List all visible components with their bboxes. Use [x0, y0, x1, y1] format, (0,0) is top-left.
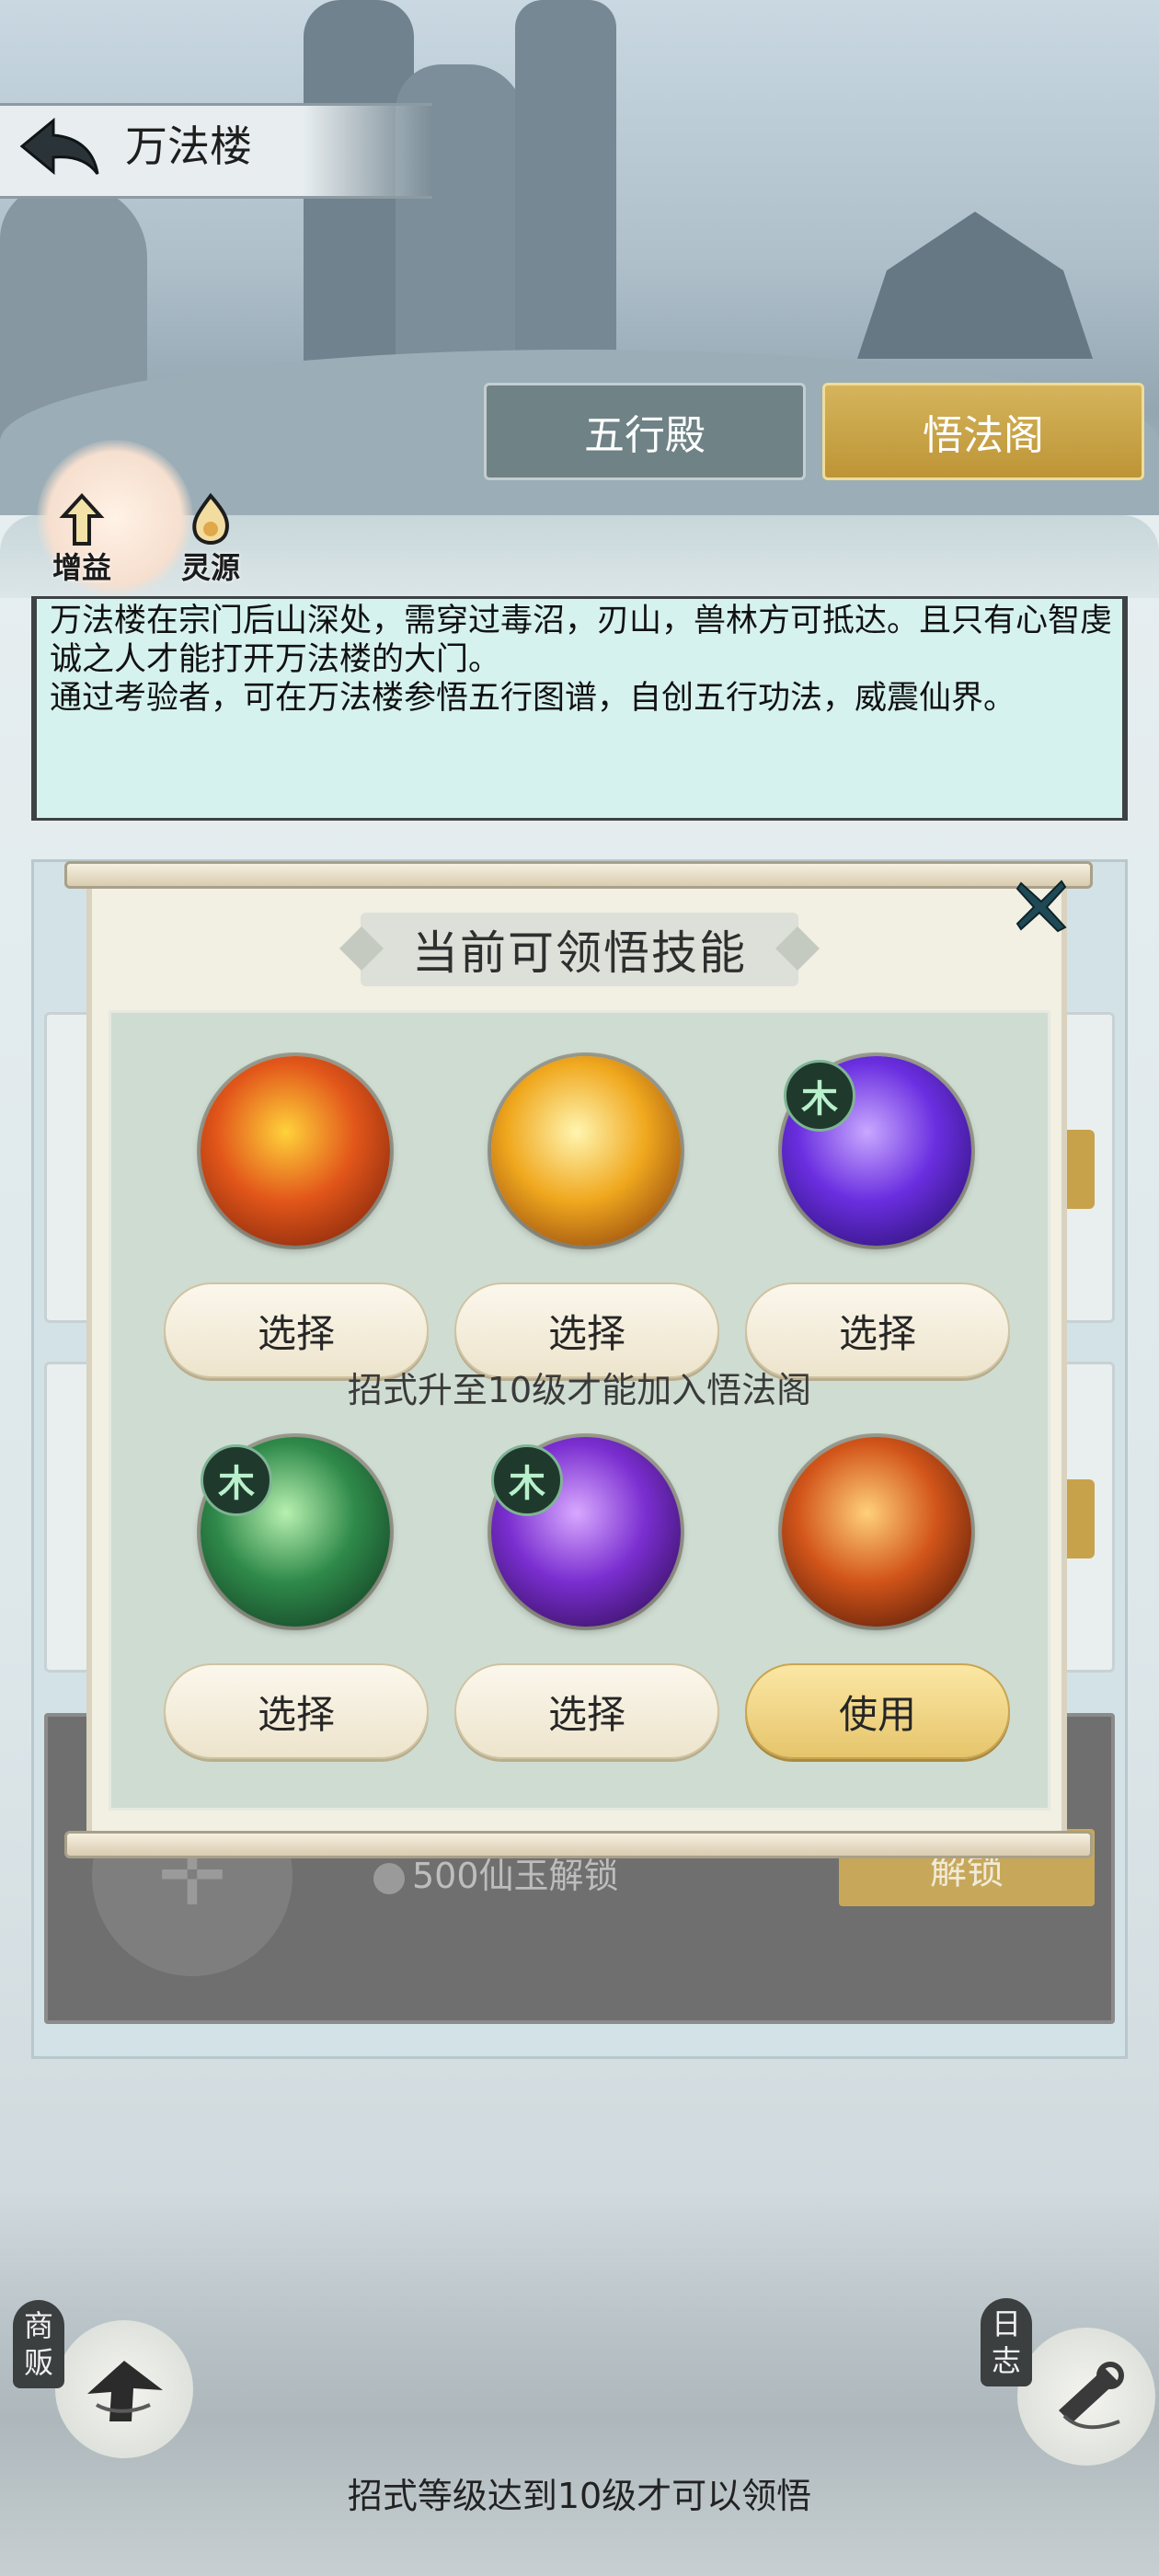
- journal-label: 日志: [981, 2298, 1032, 2386]
- golden-burst-skill-icon[interactable]: [491, 1056, 681, 1246]
- modal-title-plate: 当前可领悟技能: [361, 913, 798, 986]
- underlay-gold-tab: [1067, 1130, 1095, 1209]
- arrow-up-icon: [50, 491, 114, 548]
- wood-element-badge: 木: [491, 1444, 563, 1516]
- spirit-source-button[interactable]: 灵源: [169, 491, 252, 587]
- page-title: 万法楼: [125, 121, 252, 171]
- modal-hint: 招式升至10级才能加入悟法阁: [347, 1370, 812, 1410]
- description-line-1: 万法楼在宗门后山深处，需穿过毒沼，刃山，兽林方可抵达。且只有心智虔诚之人才能打开…: [50, 603, 1113, 678]
- wood-element-badge: 木: [784, 1060, 855, 1132]
- flame-dragon-skill-icon[interactable]: [782, 1437, 971, 1627]
- close-icon: [1016, 880, 1067, 933]
- merchant-icon: [55, 2320, 193, 2458]
- back-button[interactable]: [13, 107, 105, 188]
- use-button[interactable]: 使用: [745, 1663, 1010, 1759]
- fire-fist-skill-icon[interactable]: [201, 1056, 390, 1246]
- tab-wufa-pavilion[interactable]: 悟法阁: [822, 383, 1144, 480]
- buff-label: 增益: [52, 550, 111, 585]
- close-button[interactable]: [1010, 874, 1073, 937]
- tab-wuxing-hall[interactable]: 五行殿: [484, 383, 806, 480]
- spirit-source-label: 灵源: [180, 550, 240, 585]
- back-arrow-icon: [19, 117, 99, 176]
- bottom-notice: 招式等级达到10级才可以领悟: [347, 2476, 812, 2516]
- underlay-gold-tab: [1067, 1479, 1095, 1558]
- buff-button[interactable]: 增益: [40, 491, 123, 587]
- select-button-4[interactable]: 选择: [164, 1663, 429, 1759]
- description-line-2: 通过考验者，可在万法楼参悟五行图谱，自创五行功法，威震仙界。: [50, 680, 1016, 717]
- journal-scroll-icon: [1017, 2328, 1155, 2466]
- scroll-rod-top: [64, 861, 1093, 889]
- merchant-button[interactable]: 商贩: [13, 2300, 197, 2466]
- select-button-5[interactable]: 选择: [454, 1663, 719, 1759]
- spirit-source-icon: [178, 491, 243, 548]
- journal-button[interactable]: 日志: [975, 2298, 1159, 2466]
- modal-title: 当前可领悟技能: [412, 926, 747, 980]
- unlock-cost-text: 500仙玉解锁: [412, 1856, 619, 1896]
- wood-element-badge: 木: [201, 1444, 272, 1516]
- scroll-rod-bottom: [64, 1831, 1093, 1858]
- merchant-label: 商贩: [13, 2300, 64, 2388]
- jade-currency-icon: [373, 1862, 405, 1894]
- description-text: 万法楼在宗门后山深处，需穿过毒沼，刃山，兽林方可抵达。且只有心智虔诚之人才能打开…: [50, 602, 1117, 718]
